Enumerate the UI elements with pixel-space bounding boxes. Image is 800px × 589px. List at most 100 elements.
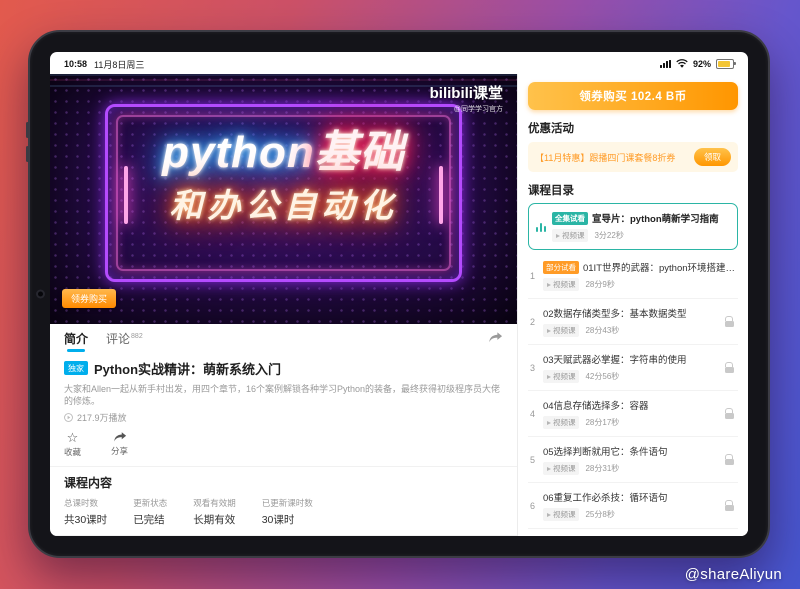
play-triangle-icon: [556, 234, 560, 238]
lesson-content: 05选择判断就用它：条件语句 视频课 28分31秒: [543, 444, 718, 475]
course-content-heading: 课程内容: [64, 474, 503, 491]
lesson-meta: 视频课 42分56秒: [543, 370, 718, 383]
lesson-item-2[interactable]: 2 02数据存储类型多：基本数据类型 视频课 28分43秒: [528, 299, 738, 345]
logo-text: bilibili课堂: [430, 82, 503, 103]
neon-title-line2: 和办公自动化: [50, 187, 517, 225]
stat-value: 共30课时: [64, 512, 107, 527]
action-buttons: ☆ 收藏 分享: [64, 431, 503, 458]
status-right: 92%: [660, 59, 734, 69]
lesson-duration: 28分9秒: [585, 279, 614, 290]
volume-up-button: [26, 122, 29, 138]
lesson-title: 部分试看 01IT世界的武器：python环境搭建_第一个: [543, 260, 736, 274]
lesson-content: 02数据存储类型多：基本数据类型 视频课 28分43秒: [543, 306, 718, 337]
lesson-title: 05选择判断就用它：条件语句: [543, 444, 718, 458]
lesson-meta: 视频课 25分8秒: [543, 508, 718, 521]
volume-down-button: [26, 146, 29, 162]
tab-active-underline: [67, 349, 85, 352]
stat-label: 总课时数: [64, 497, 107, 509]
tab-comments-label: 评论: [106, 332, 130, 346]
lesson-content: 部分试看 01IT世界的武器：python环境搭建_第一个 视频课 28分9秒: [543, 260, 736, 291]
lesson-content: 03天赋武器必掌握：字符串的使用 视频课 42分56秒: [543, 352, 718, 383]
lock-icon: [722, 362, 736, 373]
lesson-item-7[interactable]: 7 07停止循环姿势多break_continue: [528, 529, 738, 536]
lesson-number: 2: [530, 317, 543, 327]
lesson-item-0[interactable]: 全集试看宣导片：python萌新学习指南 视频课 3分22秒: [528, 203, 738, 250]
lesson-number: 3: [530, 363, 543, 373]
video-type-badge: 视频课: [543, 462, 580, 475]
course-title-row: 独家 Python实战精讲：萌新系统入门: [64, 359, 503, 378]
content-stat-total: 总课时数 共30课时: [64, 497, 107, 527]
video-coupon-badge[interactable]: 领券购买: [62, 289, 116, 308]
neon-title: python基础 和办公自动化: [50, 128, 517, 225]
section-divider: [50, 466, 517, 467]
lesson-item-5[interactable]: 5 05选择判断就用它：条件语句 视频课 28分31秒: [528, 437, 738, 483]
content-stat-updated: 已更新课时数 30课时: [262, 497, 313, 527]
lesson-title: 04信息存储选择多：容器: [543, 398, 718, 412]
front-camera: [38, 292, 43, 297]
lock-icon: [722, 454, 736, 465]
tab-intro[interactable]: 简介: [64, 330, 88, 352]
lesson-content: 04信息存储选择多：容器 视频课 28分17秒: [543, 398, 718, 429]
video-player[interactable]: python基础 和办公自动化 bilibili课堂 @同学学习官方 领券购买: [50, 74, 517, 324]
partial-trial-badge: 部分试看: [543, 261, 579, 274]
play-triangle-icon: [547, 329, 551, 333]
stat-label: 观看有效期: [193, 497, 236, 509]
play-count-row: 217.9万播放: [64, 411, 503, 424]
coupon-row: 【11月特惠】跟播四门课套餐8折券 领取: [528, 142, 738, 172]
comments-count-badge: 882: [131, 333, 143, 340]
lesson-item-4[interactable]: 4 04信息存储选择多：容器 视频课 28分17秒: [528, 391, 738, 437]
neon-text-python: python: [162, 128, 315, 177]
lesson-meta: 视频课 28分43秒: [543, 324, 718, 337]
catalog-section-heading: 课程目录: [528, 182, 738, 198]
favorite-label: 收藏: [64, 446, 81, 458]
stat-label: 已更新课时数: [262, 497, 313, 509]
promo-section-heading: 优惠活动: [528, 120, 738, 136]
lesson-type: 视频课: [553, 463, 576, 474]
now-playing-icon: [536, 222, 550, 232]
lesson-title: 03天赋武器必掌握：字符串的使用: [543, 352, 718, 366]
neon-text-jichu: 基础: [315, 128, 405, 177]
play-triangle-icon: [547, 283, 551, 287]
lesson-item-1[interactable]: 1 部分试看01IT世界的武器：python环境搭建_第一个 视频课 28分9秒: [528, 253, 738, 299]
lesson-item-3[interactable]: 3 03天赋武器必掌握：字符串的使用 视频课 42分56秒: [528, 345, 738, 391]
claim-coupon-button[interactable]: 领取: [694, 148, 731, 166]
lesson-title: 全集试看宣导片：python萌新学习指南: [552, 211, 730, 225]
lesson-duration: 28分31秒: [585, 463, 619, 474]
lesson-duration: 42分56秒: [585, 371, 619, 382]
share-button[interactable]: 分享: [111, 431, 128, 458]
star-icon: ☆: [67, 431, 79, 444]
video-type-badge: 视频课: [552, 229, 589, 242]
main-content: python基础 和办公自动化 bilibili课堂 @同学学习官方 领券购买: [50, 74, 748, 536]
section-divider: [50, 535, 517, 536]
share-arrow-icon: [113, 431, 127, 443]
tab-comments[interactable]: 评论882: [106, 330, 143, 347]
lesson-meta: 视频课 28分9秒: [543, 278, 736, 291]
exclusive-badge: 独家: [64, 361, 88, 375]
play-triangle-icon: [547, 421, 551, 425]
content-stat-status: 更新状态 已完结: [133, 497, 167, 527]
status-time: 10:58: [64, 59, 87, 69]
lesson-title: 06重复工作必杀技：循环语句: [543, 490, 718, 504]
play-triangle-icon: [547, 375, 551, 379]
lesson-list: 全集试看宣导片：python萌新学习指南 视频课 3分22秒 1: [528, 203, 738, 536]
play-count: 217.9万播放: [77, 411, 127, 424]
buy-with-coupon-button[interactable]: 领券购买 102.4 B币: [528, 82, 738, 110]
lesson-meta: 视频课 28分31秒: [543, 462, 718, 475]
lesson-duration: 28分17秒: [585, 417, 619, 428]
lesson-meta: 视频课 3分22秒: [552, 229, 730, 242]
lesson-type: 视频课: [553, 325, 576, 336]
video-type-badge: 视频课: [543, 278, 580, 291]
lesson-title: 02数据存储类型多：基本数据类型: [543, 306, 718, 320]
favorite-button[interactable]: ☆ 收藏: [64, 431, 81, 458]
content-stat-validity: 观看有效期 长期有效: [193, 497, 236, 527]
neon-title-line1: python基础: [50, 128, 517, 179]
share-icon[interactable]: [488, 331, 503, 344]
lesson-duration: 3分22秒: [594, 230, 623, 241]
lesson-item-6[interactable]: 6 06重复工作必杀技：循环语句 视频课 25分8秒: [528, 483, 738, 529]
video-type-badge: 视频课: [543, 508, 580, 521]
lesson-title-text: 01IT世界的武器：python环境搭建_第一个: [583, 263, 736, 274]
left-column: python基础 和办公自动化 bilibili课堂 @同学学习官方 领券购买: [50, 74, 518, 536]
lesson-type: 视频课: [553, 509, 576, 520]
share-label: 分享: [111, 445, 128, 457]
status-left: 10:58 11月8日周三: [64, 58, 144, 71]
